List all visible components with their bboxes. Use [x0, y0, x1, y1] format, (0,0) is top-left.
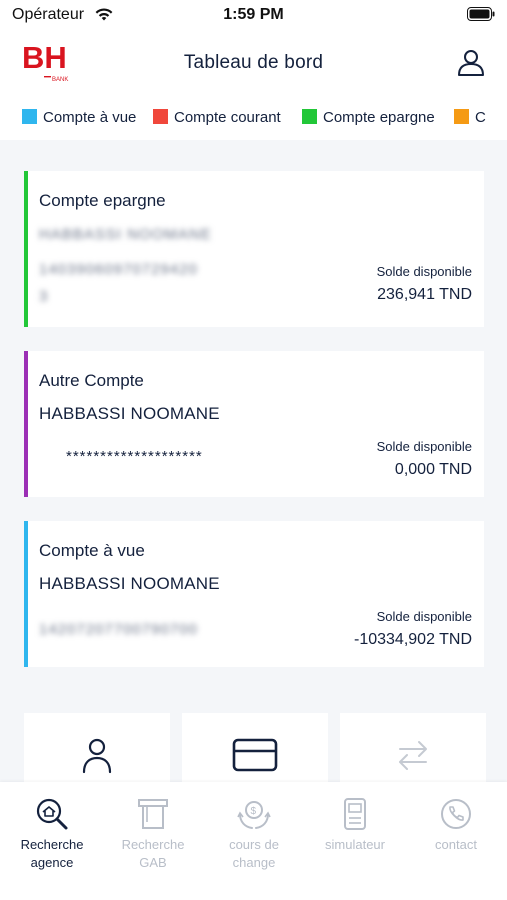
user-icon — [82, 738, 112, 774]
balance-label: Solde disponible — [376, 264, 472, 279]
bottom-tab-bar: Recherche agence Recherche GAB $ cours d… — [0, 782, 507, 900]
phone-icon — [441, 799, 471, 829]
quick-action-transfer[interactable] — [340, 713, 486, 793]
account-card-epargne[interactable]: Compte epargne HABBASSI NOOMANE 14039060… — [24, 171, 484, 327]
account-type: Compte à vue — [39, 541, 145, 560]
transfer-icon — [399, 741, 427, 770]
card-accent-bar — [24, 351, 28, 497]
tab-contact[interactable]: contact — [406, 796, 506, 854]
account-number-blurred: 14039060970729420 — [39, 261, 198, 278]
clock: 1:59 PM — [223, 6, 284, 23]
quick-action-cards[interactable] — [182, 713, 328, 793]
legend-label: Compte epargne — [323, 109, 435, 126]
legend-swatch — [302, 109, 317, 124]
tab-label-line2: GAB — [139, 855, 167, 870]
card-icon — [232, 738, 278, 772]
battery-icon — [467, 7, 495, 21]
profile-button[interactable] — [455, 46, 487, 78]
page-title: Tableau de bord — [183, 52, 324, 73]
account-number-blurred: 14207207700790700 — [39, 621, 198, 638]
calculator-icon — [344, 798, 366, 830]
tab-label-line1: simulateur — [325, 837, 385, 852]
legend-swatch — [22, 109, 37, 124]
atm-icon — [138, 799, 168, 829]
tab-label-line2: change — [232, 855, 276, 870]
tab-recherche-agence[interactable]: Recherche agence — [2, 796, 102, 872]
tab-label-line1: contact — [435, 837, 477, 852]
balance-value: -10334,902 TND — [354, 631, 472, 648]
account-holder: HABBASSI NOOMANE — [39, 404, 220, 423]
tab-label-line2: agence — [30, 855, 74, 870]
tab-label-line1: Recherche — [20, 837, 84, 852]
legend-item-compte-courant: Compte courant — [153, 109, 281, 129]
legend-item-compte-a-vue: Compte à vue — [22, 109, 136, 129]
account-type: Autre Compte — [39, 371, 144, 390]
account-type: Compte epargne — [39, 191, 166, 210]
account-holder-blurred: HABBASSI NOOMANE — [39, 226, 212, 243]
account-holder: HABBASSI NOOMANE — [39, 574, 220, 593]
quick-action-profile[interactable] — [24, 713, 170, 793]
legend-label: C — [475, 109, 486, 126]
tab-label-line1: cours de — [229, 837, 279, 852]
logo-subtext: BANK — [52, 77, 68, 83]
masked-account-number: ******************** — [66, 448, 203, 465]
status-bar: Opérateur 1:59 PM — [0, 0, 507, 32]
account-card-a-vue[interactable]: Compte à vue HABBASSI NOOMANE 1420720770… — [24, 521, 484, 667]
account-card-autre[interactable]: Autre Compte HABBASSI NOOMANE **********… — [24, 351, 484, 497]
balance-label: Solde disponible — [376, 439, 472, 454]
account-type-legend[interactable]: Compte à vue Compte courant Compte eparg… — [0, 96, 507, 140]
account-number-blurred-continued: 3 — [39, 288, 49, 305]
svg-text:$: $ — [251, 806, 257, 817]
legend-label: Compte à vue — [43, 109, 137, 126]
balance-value: 0,000 TND — [394, 461, 472, 478]
tab-cours-de-change[interactable]: $ cours de change — [204, 796, 304, 872]
legend-swatch — [454, 109, 469, 124]
tab-label-line1: Recherche — [121, 837, 185, 852]
card-accent-bar — [24, 521, 28, 667]
legend-item-compte-epargne: Compte epargne — [302, 109, 435, 129]
balance-label: Solde disponible — [376, 609, 472, 624]
balance-value: 236,941 TND — [377, 286, 472, 303]
legend-label: Compte courant — [174, 109, 281, 126]
legend-swatch — [153, 109, 168, 124]
search-agency-icon — [36, 798, 68, 830]
card-accent-bar — [24, 171, 28, 327]
tab-simulateur[interactable]: simulateur — [305, 796, 405, 854]
legend-item-compte-c: C — [454, 109, 486, 129]
app-header: BH BANK Tableau de bord — [0, 32, 507, 96]
exchange-icon: $ — [237, 801, 271, 829]
tab-recherche-gab[interactable]: Recherche GAB — [103, 796, 203, 872]
